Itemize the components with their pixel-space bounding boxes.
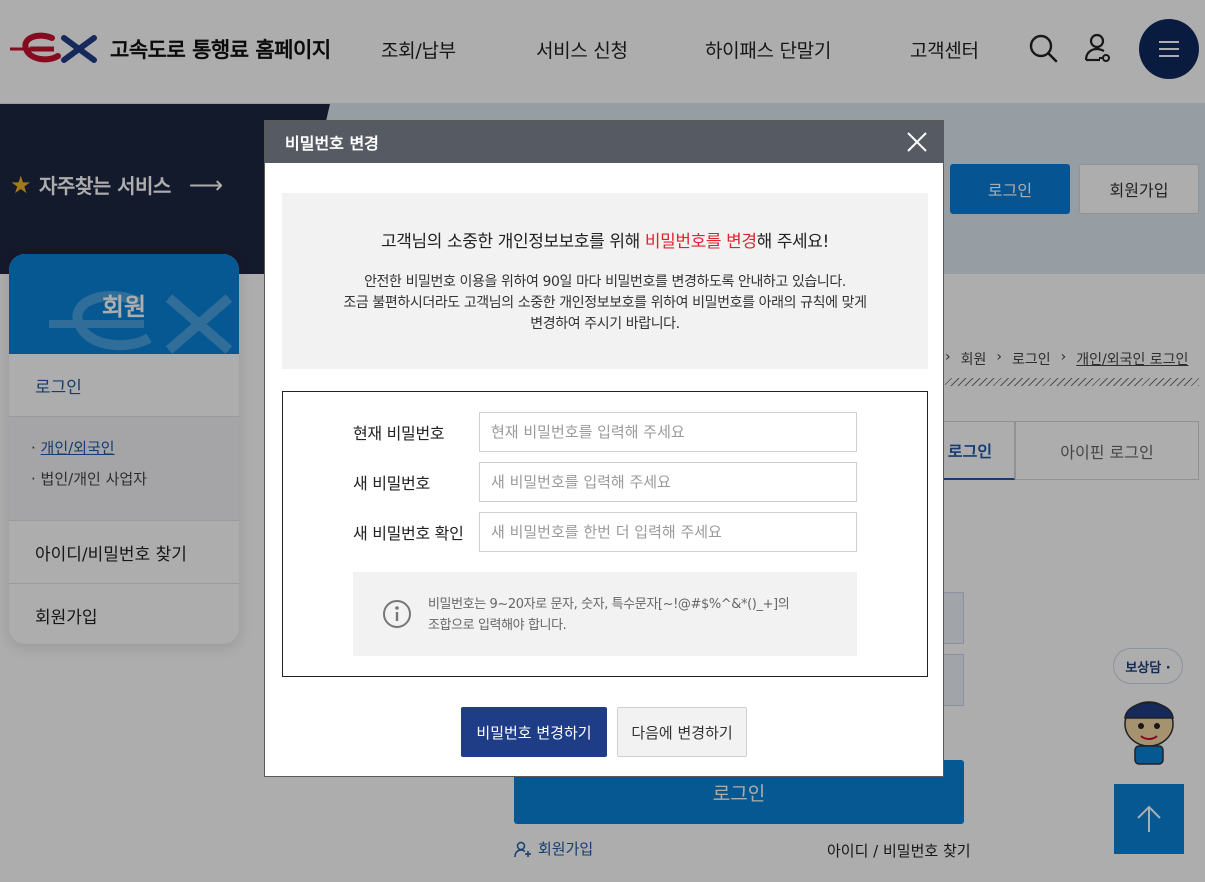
notice-box: 고객님의 소중한 개인정보보호를 위해 비밀번호를 변경해 주세요! 안전한 비…	[282, 193, 928, 369]
confirm-password-label: 새 비밀번호 확인	[353, 524, 464, 543]
current-password-label: 현재 비밀번호	[353, 424, 445, 443]
password-change-modal: 비밀번호 변경 고객님의 소중한 개인정보보호를 위해 비밀번호를 변경해 주세…	[264, 120, 944, 777]
change-later-button[interactable]: 다음에 변경하기	[617, 707, 747, 757]
modal-header: 비밀번호 변경	[265, 121, 943, 163]
close-icon[interactable]	[905, 130, 929, 154]
confirm-password-row: 새 비밀번호 확인	[283, 512, 927, 552]
notice-lead: 고객님의 소중한 개인정보보호를 위해 비밀번호를 변경해 주세요!	[381, 232, 829, 252]
current-password-input[interactable]	[479, 412, 857, 452]
password-rule-box: 비밀번호는 9~20자로 문자, 숫자, 특수문자[~!@#$%^&*()_+]…	[353, 572, 857, 656]
notice-description: 안전한 비밀번호 이용을 위하여 90일 마다 비밀번호를 변경하도록 안내하고…	[343, 274, 867, 332]
modal-title: 비밀번호 변경	[285, 134, 379, 153]
change-password-button[interactable]: 비밀번호 변경하기	[461, 707, 607, 757]
current-password-row: 현재 비밀번호	[283, 412, 927, 452]
new-password-label: 새 비밀번호	[353, 474, 430, 493]
info-icon	[383, 600, 411, 628]
new-password-row: 새 비밀번호	[283, 462, 927, 502]
notice-highlight: 비밀번호를 변경	[644, 232, 757, 252]
password-rule-text: 비밀번호는 9~20자로 문자, 숫자, 특수문자[~!@#$%^&*()_+]…	[428, 597, 790, 633]
new-password-input[interactable]	[479, 462, 857, 502]
confirm-password-input[interactable]	[479, 512, 857, 552]
password-form: 현재 비밀번호 새 비밀번호 새 비밀번호 확인 비밀번호는 9~20자로 문자…	[282, 391, 928, 677]
